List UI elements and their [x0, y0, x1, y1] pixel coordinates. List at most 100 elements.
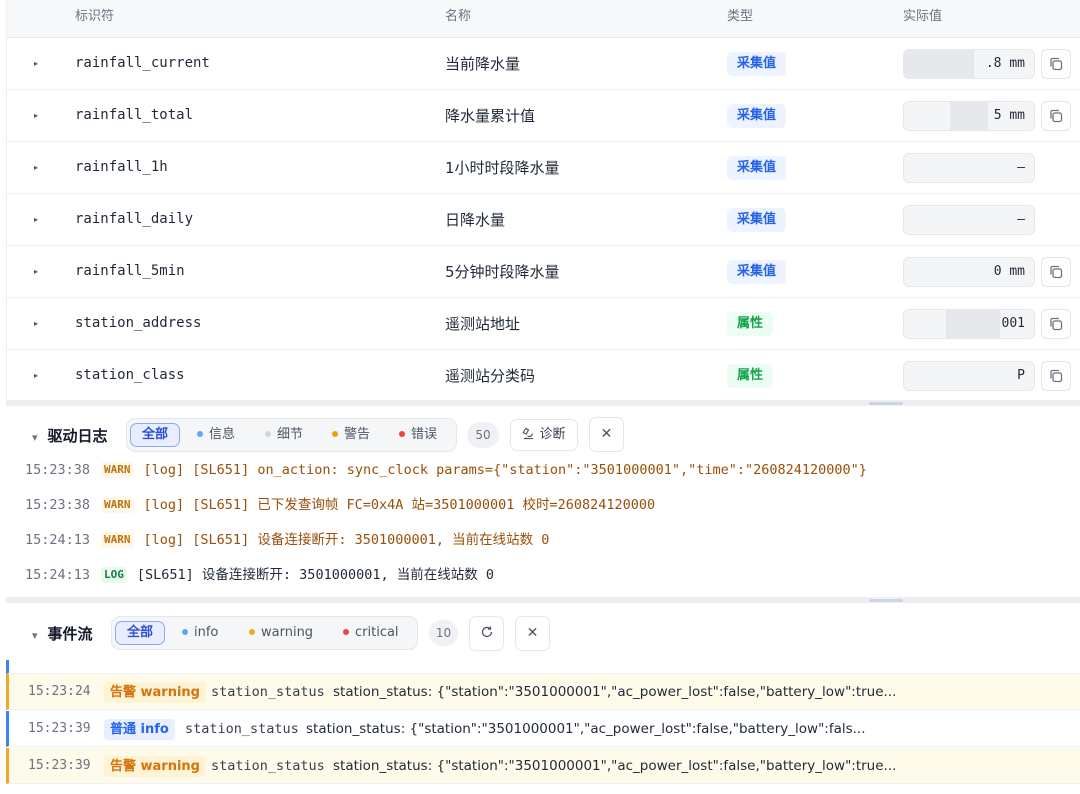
- log-message: [log] [SL651] on_action: sync_clock para…: [143, 462, 867, 478]
- driver-log-header[interactable]: ▾ 驱动日志: [32, 425, 108, 446]
- filter-critical[interactable]: critical: [343, 621, 399, 645]
- diagnose-label: 诊断: [539, 427, 566, 442]
- copy-icon: [1050, 109, 1063, 123]
- expand-row-icon[interactable]: ▸: [34, 350, 38, 402]
- copy-icon: [1050, 317, 1063, 331]
- copy-button[interactable]: [1041, 361, 1071, 391]
- resize-grip[interactable]: [869, 402, 903, 405]
- point-type-badge: 属性: [727, 312, 774, 336]
- log-time: 15:23:38: [25, 497, 91, 513]
- copy-button[interactable]: [1041, 49, 1071, 79]
- expand-row-icon[interactable]: ▸: [34, 298, 38, 350]
- event-stream-title: 事件流: [47, 625, 93, 643]
- panel-resize-handle[interactable]: [6, 400, 1080, 406]
- filter-warning[interactable]: 警告: [332, 423, 370, 447]
- table-row[interactable]: ▸ station_class 遥测站分类码 属性 P: [7, 350, 1080, 402]
- event-row[interactable]: 15:23:39 告警 warning station_status stati…: [6, 748, 1080, 784]
- copy-icon: [1050, 265, 1063, 279]
- event-severity-badge: 告警 warning: [104, 756, 206, 777]
- filter-all[interactable]: 全部: [130, 423, 181, 447]
- filter-info[interactable]: info: [182, 621, 218, 645]
- filter-label: 错误: [411, 427, 438, 442]
- header-identifier: 标识符: [75, 9, 115, 24]
- close-icon: ✕: [526, 625, 539, 641]
- expand-row-icon[interactable]: ▸: [34, 246, 38, 298]
- log-level-filter: 全部 信息 细节 警告 错误: [126, 418, 457, 452]
- log-message: [log] [SL651] 设备连接断开: 3501000001, 当前在线站数…: [143, 532, 550, 548]
- refresh-button[interactable]: [469, 616, 504, 651]
- dot-icon: [182, 629, 188, 635]
- table-row[interactable]: ▸ rainfall_current 当前降水量 采集值 .8 mm: [7, 38, 1080, 90]
- event-stream-header[interactable]: ▾ 事件流: [32, 623, 93, 644]
- table-row[interactable]: ▸ rainfall_1h 1小时时段降水量 采集值 —: [7, 142, 1080, 194]
- filter-detail[interactable]: 细节: [265, 423, 303, 447]
- copy-button[interactable]: [1041, 101, 1071, 131]
- dot-icon: [197, 431, 203, 437]
- point-name: 日降水量: [445, 211, 506, 229]
- log-level-badge: WARN: [101, 497, 134, 513]
- diagnose-button[interactable]: 诊断: [510, 419, 578, 451]
- point-name: 5分钟时段降水量: [445, 263, 560, 281]
- collapse-chevron-icon[interactable]: ▾: [32, 629, 38, 642]
- point-value: —: [1017, 212, 1025, 227]
- point-identifier: rainfall_1h: [75, 159, 168, 175]
- filter-label: 细节: [277, 427, 304, 442]
- filter-all[interactable]: 全部: [115, 621, 166, 645]
- point-value-field: P: [903, 361, 1035, 391]
- redaction-mask: [946, 310, 1000, 338]
- table-row[interactable]: ▸ station_address 遥测站地址 属性 001: [7, 298, 1080, 350]
- filter-label: warning: [261, 625, 314, 640]
- dot-icon: [343, 629, 349, 635]
- table-row[interactable]: ▸ rainfall_5min 5分钟时段降水量 采集值 0 mm: [7, 246, 1080, 298]
- clear-events-button[interactable]: ✕: [515, 616, 550, 651]
- filter-label: 信息: [209, 427, 236, 442]
- point-type-badge: 采集值: [727, 52, 787, 76]
- point-value-field: 001: [903, 309, 1035, 339]
- table-row[interactable]: ▸ rainfall_total 降水量累计值 采集值 5 mm: [7, 90, 1080, 142]
- point-identifier: rainfall_daily: [75, 211, 194, 227]
- log-line: 15:23:38 WARN [log] [SL651] on_action: syn…: [25, 460, 867, 480]
- event-row-partial: [6, 660, 1080, 674]
- expand-row-icon[interactable]: ▸: [34, 194, 38, 246]
- point-type-badge: 采集值: [727, 208, 787, 232]
- clear-log-button[interactable]: ✕: [589, 417, 624, 452]
- copy-button[interactable]: [1041, 257, 1071, 287]
- event-count-badge: 10: [429, 620, 458, 646]
- collapse-chevron-icon[interactable]: ▾: [32, 431, 38, 444]
- dot-icon: [265, 431, 271, 437]
- log-message: [log] [SL651] 已下发查询帧 FC=0x4A 站=350100000…: [143, 497, 656, 513]
- point-type-badge: 采集值: [727, 104, 787, 128]
- log-line: 15:24:13 LOG [SL651] 设备连接断开: 3501000001, 当…: [25, 565, 494, 585]
- point-name: 当前降水量: [445, 55, 521, 73]
- point-value-field: 0 mm: [903, 257, 1035, 287]
- filter-error[interactable]: 错误: [399, 423, 437, 447]
- expand-row-icon[interactable]: ▸: [34, 38, 38, 90]
- table-row[interactable]: ▸ rainfall_daily 日降水量 采集值 —: [7, 194, 1080, 246]
- point-value-field: —: [903, 153, 1035, 183]
- redaction-mask: [950, 102, 988, 130]
- resize-grip[interactable]: [869, 599, 903, 602]
- dot-icon: [249, 629, 255, 635]
- copy-button[interactable]: [1041, 309, 1071, 339]
- point-identifier: rainfall_current: [75, 55, 210, 71]
- microscope-icon: [523, 427, 534, 440]
- log-level-badge: WARN: [101, 462, 134, 478]
- points-table: 标识符 名称 类型 实际值 ▸ rainfall_current 当前降水量 采…: [6, 0, 1080, 402]
- panel-resize-handle[interactable]: [6, 597, 1080, 603]
- point-type-badge: 采集值: [727, 260, 787, 284]
- event-level-filter: 全部 info warning critical: [111, 616, 418, 650]
- log-time: 15:24:13: [25, 567, 91, 583]
- table-header: 标识符 名称 类型 实际值: [7, 0, 1080, 38]
- point-identifier: rainfall_5min: [75, 263, 185, 279]
- event-row[interactable]: 15:23:39 普通 info station_status station_…: [6, 711, 1080, 747]
- expand-row-icon[interactable]: ▸: [34, 90, 38, 142]
- point-identifier: rainfall_total: [75, 107, 194, 123]
- filter-warning[interactable]: warning: [249, 621, 313, 645]
- expand-row-icon[interactable]: ▸: [34, 142, 38, 194]
- point-identifier: station_address: [75, 315, 202, 331]
- event-row[interactable]: 15:23:24 告警 warning station_status stati…: [6, 674, 1080, 710]
- point-value: 001: [1001, 316, 1025, 331]
- filter-info[interactable]: 信息: [197, 423, 235, 447]
- event-type: station_status: [211, 684, 325, 700]
- point-value: —: [1017, 160, 1025, 175]
